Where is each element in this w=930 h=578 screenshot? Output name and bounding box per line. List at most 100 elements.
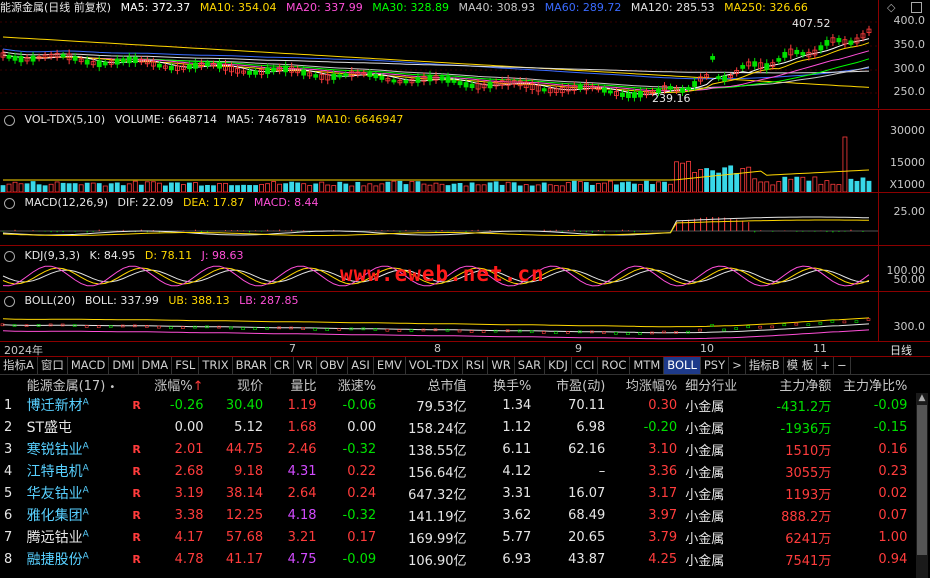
col-header-pct[interactable]: 涨幅%↑ bbox=[148, 374, 208, 394]
market-cap: 169.99亿 bbox=[408, 531, 467, 547]
table-row[interactable]: 7 腾远钴业A R 4.17 57.68 3.21 0.17 169.99亿 5.77 20.65… bbox=[0, 526, 930, 548]
industry: 小金属 bbox=[685, 443, 725, 459]
volume-bar bbox=[632, 183, 637, 192]
stock-name[interactable]: 腾远钴业A bbox=[23, 526, 126, 548]
table-row[interactable]: 3 寒锐钴业A R 2.01 44.75 2.46 -0.32 138.55亿 6.11 62.1… bbox=[0, 438, 930, 460]
table-row[interactable]: 2 ST盛屯 0.00 5.12 1.68 0.00 158.24亿 1.12 6.98 -0.2… bbox=[0, 416, 930, 438]
boll-chart[interactable] bbox=[0, 308, 878, 342]
tab-4[interactable]: DMA bbox=[139, 357, 173, 374]
macd-settings-icon[interactable] bbox=[4, 197, 15, 209]
tab-11[interactable]: ASI bbox=[348, 357, 374, 374]
tab-22[interactable]: PSY bbox=[701, 357, 730, 374]
volume-bar bbox=[174, 182, 180, 192]
col-header-turnover[interactable]: 换手% bbox=[471, 374, 536, 394]
volume-bar bbox=[138, 184, 144, 192]
macd-chart[interactable] bbox=[0, 209, 878, 245]
volume-bar bbox=[181, 184, 186, 192]
boll-settings-icon[interactable] bbox=[4, 295, 15, 307]
col-header-industry[interactable]: 细分行业 bbox=[681, 374, 755, 394]
volume-bar bbox=[451, 183, 457, 192]
volume-bar bbox=[818, 183, 824, 192]
volume-chart[interactable] bbox=[0, 128, 878, 192]
volume-settings-icon[interactable] bbox=[4, 114, 15, 126]
boll-candle bbox=[565, 330, 570, 334]
tab-14[interactable]: RSI bbox=[463, 357, 489, 374]
main-net: 3055万 bbox=[785, 465, 832, 481]
tab-18[interactable]: CCI bbox=[572, 357, 599, 374]
tab-1[interactable]: 窗口 bbox=[38, 357, 68, 374]
tab-21[interactable]: BOLL bbox=[664, 357, 701, 374]
table-row[interactable]: 5 华友钴业A R 3.19 38.14 2.64 0.24 647.32亿 3.31 16.07… bbox=[0, 482, 930, 504]
boll-candle bbox=[481, 330, 486, 333]
scroll-thumb[interactable] bbox=[917, 405, 927, 555]
col-header-price[interactable]: 现价 bbox=[208, 374, 268, 394]
col-header-avg[interactable]: 均涨幅% bbox=[609, 374, 681, 394]
tab-0[interactable]: 指标A bbox=[0, 357, 38, 374]
col-header-name[interactable]: 能源金属(17) • bbox=[23, 374, 126, 394]
vertical-scrollbar[interactable]: ▲ bbox=[916, 393, 928, 578]
tab-26[interactable]: + bbox=[817, 357, 834, 374]
col-header-cap[interactable]: 总市值 bbox=[380, 374, 470, 394]
tab-7[interactable]: BRAR bbox=[233, 357, 271, 374]
candle-body bbox=[824, 40, 830, 46]
candle-body bbox=[668, 86, 673, 90]
boll-candle bbox=[229, 326, 233, 330]
kline-chart[interactable] bbox=[0, 15, 878, 108]
price: 41.17 bbox=[225, 551, 264, 567]
col-header-net[interactable]: 主力净额 bbox=[755, 374, 835, 394]
market-cap: 106.90亿 bbox=[408, 553, 467, 569]
tab-13[interactable]: VOL-TDX bbox=[406, 357, 463, 374]
avg-change: 3.79 bbox=[648, 529, 678, 545]
diamond-icon[interactable]: ◇ bbox=[887, 1, 895, 14]
stock-name[interactable]: 江特电机A bbox=[23, 460, 126, 482]
tab-27[interactable]: − bbox=[834, 357, 851, 374]
volume-bar bbox=[132, 180, 138, 192]
volume-bar bbox=[60, 182, 66, 192]
table-row[interactable]: 8 融捷股份A R 4.78 41.17 4.75 -0.09 106.90亿 6.93 43.8… bbox=[0, 548, 930, 570]
tab-6[interactable]: TRIX bbox=[199, 357, 233, 374]
scroll-up-arrow[interactable]: ▲ bbox=[916, 393, 928, 403]
tab-10[interactable]: OBV bbox=[317, 357, 349, 374]
tab-8[interactable]: CR bbox=[271, 357, 294, 374]
stock-name[interactable]: 雅化集团A bbox=[23, 504, 126, 526]
speed: -0.06 bbox=[342, 397, 377, 413]
volume-bar bbox=[842, 136, 848, 192]
tab-2[interactable]: MACD bbox=[68, 357, 110, 374]
stock-name[interactable]: 寒锐钴业A bbox=[23, 438, 126, 460]
tab-3[interactable]: DMI bbox=[109, 357, 139, 374]
avg-change: 3.36 bbox=[648, 463, 678, 479]
stock-name[interactable]: ST盛屯 bbox=[23, 416, 126, 438]
tab-15[interactable]: WR bbox=[488, 357, 515, 374]
tab-20[interactable]: MTM bbox=[630, 357, 665, 374]
candle-body bbox=[427, 74, 433, 82]
col-header-volratio[interactable]: 量比 bbox=[267, 374, 320, 394]
kdj-settings-icon[interactable] bbox=[4, 250, 15, 262]
table-row[interactable]: 1 博迁新材A R -0.26 30.40 1.19 -0.06 79.53亿 1.34 70.1… bbox=[0, 394, 930, 416]
col-header-speed[interactable]: 涨速% bbox=[321, 374, 381, 394]
tab-19[interactable]: ROC bbox=[598, 357, 631, 374]
candle-body bbox=[217, 62, 222, 69]
stock-name[interactable]: 华友钴业A bbox=[23, 482, 126, 504]
tab-17[interactable]: KDJ bbox=[545, 357, 572, 374]
tab-16[interactable]: SAR bbox=[515, 357, 546, 374]
col-header-netratio[interactable]: 主力净比% bbox=[835, 374, 911, 394]
main-chart-header: 能源金属(日线 前复权) MA5: 372.37 MA10: 354.04 MA… bbox=[0, 0, 814, 15]
ma30-readout: MA30: 328.89 bbox=[372, 1, 449, 14]
candle-body bbox=[72, 56, 78, 61]
tab-23[interactable]: > bbox=[729, 357, 746, 374]
candle-body bbox=[367, 72, 373, 77]
stock-name[interactable]: 博迁新材A bbox=[23, 394, 126, 416]
tab-24[interactable]: 指标B bbox=[746, 357, 784, 374]
col-header-pe[interactable]: 市盈(动) bbox=[535, 374, 609, 394]
stock-name[interactable]: 融捷股份A bbox=[23, 548, 126, 570]
tab-5[interactable]: FSL bbox=[172, 357, 200, 374]
tab-12[interactable]: EMV bbox=[374, 357, 406, 374]
volume-bar bbox=[271, 181, 277, 192]
table-row[interactable]: 4 江特电机A R 2.68 9.18 4.31 0.22 156.64亿 4.12 – 3.36 小… bbox=[0, 460, 930, 482]
price-tick: 400.0 bbox=[893, 14, 926, 27]
tab-25[interactable]: 模 板 bbox=[784, 357, 818, 374]
table-row[interactable]: 6 雅化集团A R 3.38 12.25 4.18 -0.32 141.19亿 3.62 68.4… bbox=[0, 504, 930, 526]
tab-9[interactable]: VR bbox=[294, 357, 317, 374]
window-toggle-icon[interactable] bbox=[911, 2, 922, 13]
ma60-readout: MA60: 289.72 bbox=[544, 1, 622, 14]
